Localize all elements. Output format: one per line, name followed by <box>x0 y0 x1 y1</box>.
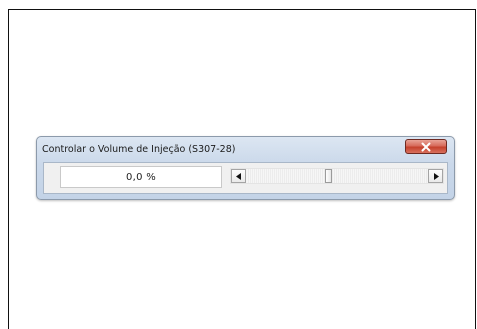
scroll-left-button[interactable] <box>231 169 246 183</box>
scroll-track[interactable] <box>247 169 427 183</box>
volume-value-field[interactable]: 0,0 % <box>60 166 222 188</box>
volume-scrollbar[interactable] <box>230 168 444 184</box>
close-icon <box>421 142 431 151</box>
close-button[interactable] <box>405 139 447 154</box>
arrow-left-icon <box>235 172 241 180</box>
volume-control-dialog: Controlar o Volume de Injeção (S307-28) … <box>36 136 455 200</box>
dialog-title: Controlar o Volume de Injeção (S307-28) <box>42 144 236 155</box>
dialog-content: 0,0 % <box>43 162 448 194</box>
scroll-thumb[interactable] <box>324 169 332 183</box>
scroll-right-button[interactable] <box>428 169 443 183</box>
arrow-right-icon <box>433 172 439 180</box>
dialog-titlebar[interactable]: Controlar o Volume de Injeção (S307-28) <box>37 137 454 161</box>
